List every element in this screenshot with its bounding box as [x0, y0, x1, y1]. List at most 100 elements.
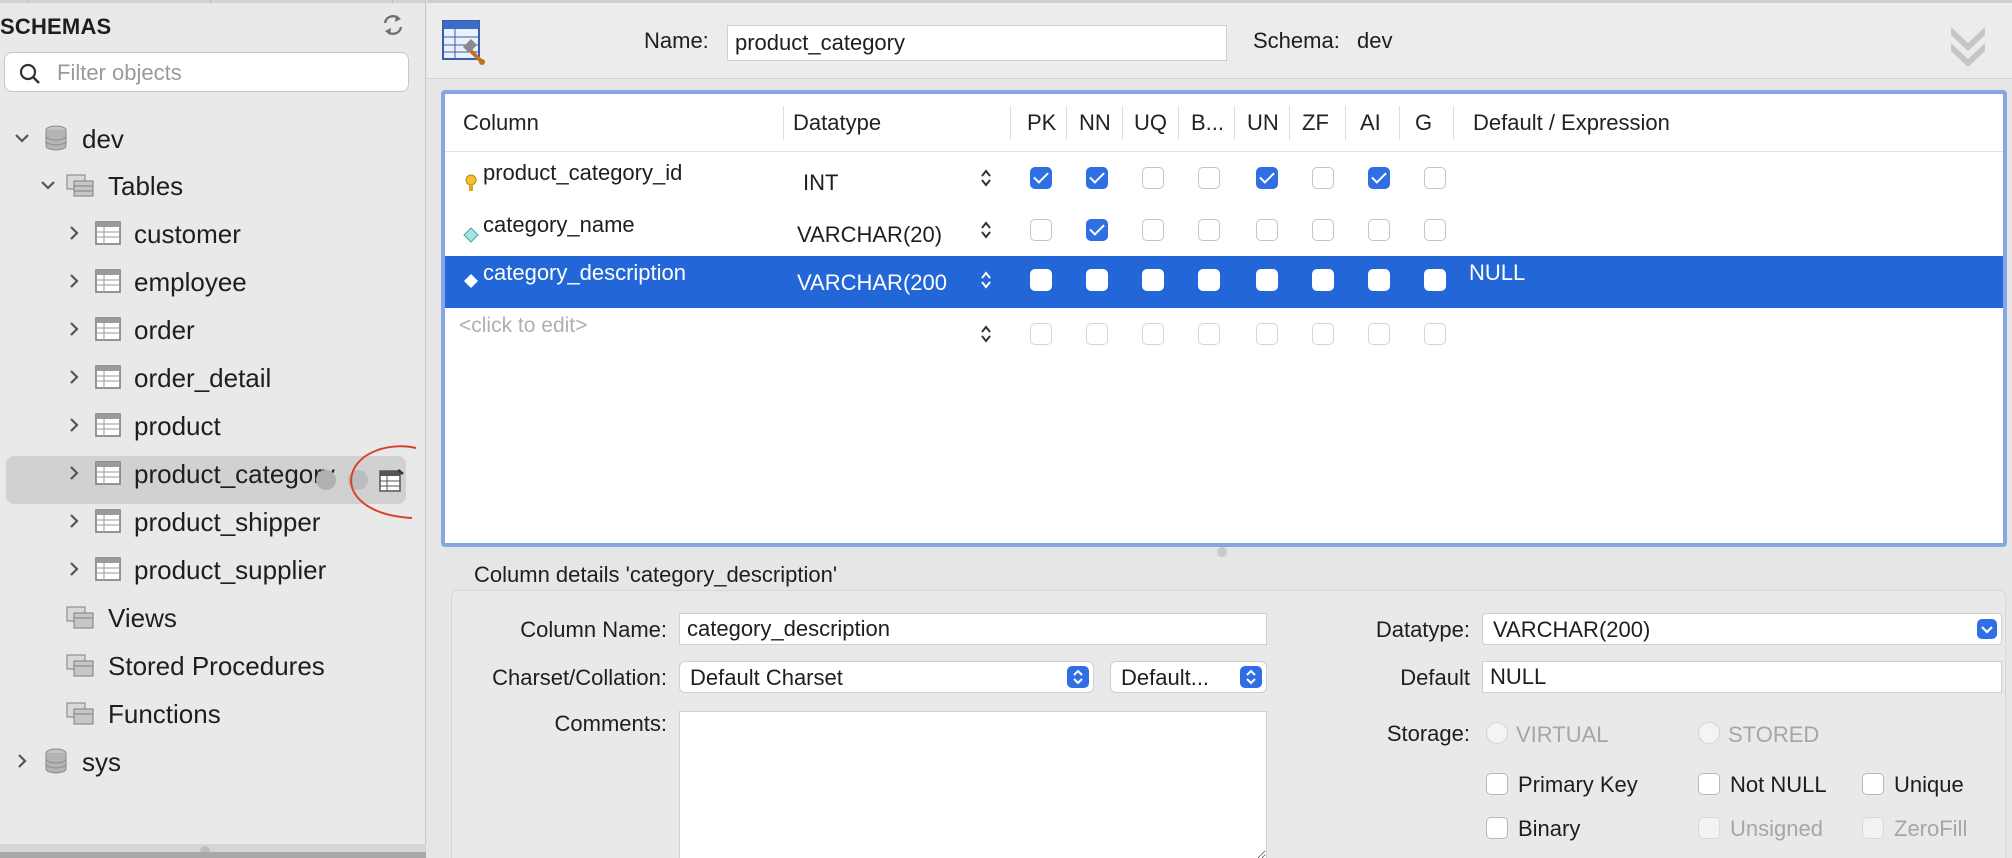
- ai-checkbox[interactable]: [1368, 269, 1390, 291]
- binary-checkbox[interactable]: [1198, 269, 1220, 291]
- click-to-edit-placeholder[interactable]: <click to edit>: [459, 314, 587, 338]
- filter-objects-input[interactable]: [57, 59, 397, 87]
- g-checkbox[interactable]: [1424, 167, 1446, 189]
- zf-checkbox[interactable]: [1312, 269, 1334, 291]
- chevron-right-icon[interactable]: [64, 559, 84, 579]
- not-null-checkbox[interactable]: [1698, 773, 1720, 795]
- ai-checkbox[interactable]: [1368, 323, 1390, 345]
- datatype-cell[interactable]: VARCHAR(20): [797, 222, 942, 248]
- zf-checkbox[interactable]: [1312, 167, 1334, 189]
- uq-checkbox[interactable]: [1142, 269, 1164, 291]
- g-checkbox[interactable]: [1424, 219, 1446, 241]
- binary-checkbox[interactable]: [1486, 817, 1508, 839]
- grid-row-selected[interactable]: category_description VARCHAR(200 NULL: [445, 256, 2003, 308]
- grid-new-row[interactable]: <click to edit>: [445, 308, 2003, 360]
- zf-checkbox[interactable]: [1312, 323, 1334, 345]
- stepper-icon[interactable]: [979, 168, 993, 188]
- sidebar-splitter[interactable]: [0, 844, 426, 858]
- zf-checkbox[interactable]: [1312, 219, 1334, 241]
- col-header-g[interactable]: G: [1415, 110, 1432, 136]
- primary-key-checkbox[interactable]: [1486, 773, 1508, 795]
- chevron-right-icon[interactable]: [64, 367, 84, 387]
- charset-select[interactable]: Default Charset: [679, 661, 1094, 693]
- pk-checkbox[interactable]: [1030, 167, 1052, 189]
- col-header-ai[interactable]: AI: [1360, 110, 1381, 136]
- uq-checkbox[interactable]: [1142, 167, 1164, 189]
- g-checkbox[interactable]: [1424, 269, 1446, 291]
- datatype-cell[interactable]: INT: [803, 170, 838, 196]
- col-header-zf[interactable]: ZF: [1302, 110, 1329, 136]
- chevron-right-icon[interactable]: [64, 511, 84, 531]
- info-icon[interactable]: [316, 470, 336, 490]
- chevron-right-icon[interactable]: [64, 271, 84, 291]
- binary-checkbox[interactable]: [1198, 219, 1220, 241]
- nn-checkbox[interactable]: [1086, 323, 1108, 345]
- pk-checkbox[interactable]: [1030, 323, 1052, 345]
- unique-checkbox[interactable]: [1862, 773, 1884, 795]
- stepper-icon[interactable]: [979, 220, 993, 240]
- stepper-icon[interactable]: [979, 270, 993, 290]
- un-checkbox[interactable]: [1256, 219, 1278, 241]
- table-name-input[interactable]: [727, 25, 1227, 61]
- binary-checkbox[interactable]: [1198, 167, 1220, 189]
- tree-table-customer[interactable]: customer: [0, 211, 426, 255]
- un-checkbox[interactable]: [1256, 269, 1278, 291]
- grid-resize-handle[interactable]: [1217, 547, 1227, 557]
- g-checkbox[interactable]: [1424, 323, 1446, 345]
- grid-row[interactable]: category_name VARCHAR(20): [445, 204, 2003, 256]
- col-header-default[interactable]: Default / Expression: [1473, 110, 1670, 136]
- default-input[interactable]: [1482, 661, 2002, 693]
- tree-folder-tables[interactable]: Tables: [0, 163, 426, 207]
- datatype-cell[interactable]: VARCHAR(200: [797, 270, 947, 296]
- tree-table-order-detail[interactable]: order_detail: [0, 355, 426, 399]
- col-header-datatype[interactable]: Datatype: [793, 110, 881, 136]
- nn-checkbox[interactable]: [1086, 219, 1108, 241]
- tree-schema-dev[interactable]: dev: [0, 116, 426, 160]
- column-name-cell[interactable]: product_category_id: [483, 160, 682, 186]
- grid-row[interactable]: product_category_id INT: [445, 152, 2003, 204]
- chevron-down-icon[interactable]: [38, 175, 58, 195]
- tree-folder-functions[interactable]: Functions: [0, 691, 426, 735]
- col-header-binary[interactable]: B...: [1191, 110, 1224, 136]
- chevron-right-icon[interactable]: [64, 223, 84, 243]
- col-header-pk[interactable]: PK: [1027, 110, 1056, 136]
- tree-table-order[interactable]: order: [0, 307, 426, 351]
- chevron-right-icon[interactable]: [12, 751, 32, 771]
- chevron-right-icon[interactable]: [64, 463, 84, 483]
- tree-schema-sys[interactable]: sys: [0, 739, 426, 783]
- chevron-right-icon[interactable]: [64, 415, 84, 435]
- binary-checkbox[interactable]: [1198, 323, 1220, 345]
- uq-checkbox[interactable]: [1142, 323, 1164, 345]
- chevron-right-icon[interactable]: [64, 319, 84, 339]
- column-name-cell[interactable]: category_name: [483, 212, 635, 238]
- uq-checkbox[interactable]: [1142, 219, 1164, 241]
- default-expression-cell[interactable]: NULL: [1469, 260, 1525, 286]
- stepper-icon[interactable]: [979, 324, 993, 344]
- collapse-chevrons-icon[interactable]: [1947, 21, 1989, 67]
- pk-checkbox[interactable]: [1030, 269, 1052, 291]
- tree-table-employee[interactable]: employee: [0, 259, 426, 303]
- tree-folder-views[interactable]: Views: [0, 595, 426, 639]
- col-header-un[interactable]: UN: [1247, 110, 1279, 136]
- comments-textarea[interactable]: [679, 711, 1267, 858]
- column-name-cell[interactable]: category_description: [483, 260, 686, 286]
- col-header-uq[interactable]: UQ: [1134, 110, 1167, 136]
- nn-checkbox[interactable]: [1086, 167, 1108, 189]
- pk-checkbox[interactable]: [1030, 219, 1052, 241]
- storage-stored-radio[interactable]: [1698, 722, 1720, 744]
- chevron-down-icon[interactable]: [12, 128, 32, 148]
- ai-checkbox[interactable]: [1368, 219, 1390, 241]
- zerofill-checkbox[interactable]: [1862, 817, 1884, 839]
- un-checkbox[interactable]: [1256, 167, 1278, 189]
- column-name-input[interactable]: [679, 613, 1267, 645]
- col-header-nn[interactable]: NN: [1079, 110, 1111, 136]
- storage-virtual-radio[interactable]: [1486, 722, 1508, 744]
- unsigned-checkbox[interactable]: [1698, 817, 1720, 839]
- collation-select[interactable]: Default...: [1110, 661, 1267, 693]
- nn-checkbox[interactable]: [1086, 269, 1108, 291]
- ai-checkbox[interactable]: [1368, 167, 1390, 189]
- col-header-column[interactable]: Column: [463, 110, 539, 136]
- un-checkbox[interactable]: [1256, 323, 1278, 345]
- tree-folder-stored-procedures[interactable]: Stored Procedures: [0, 643, 426, 687]
- tree-table-product-supplier[interactable]: product_supplier: [0, 547, 426, 591]
